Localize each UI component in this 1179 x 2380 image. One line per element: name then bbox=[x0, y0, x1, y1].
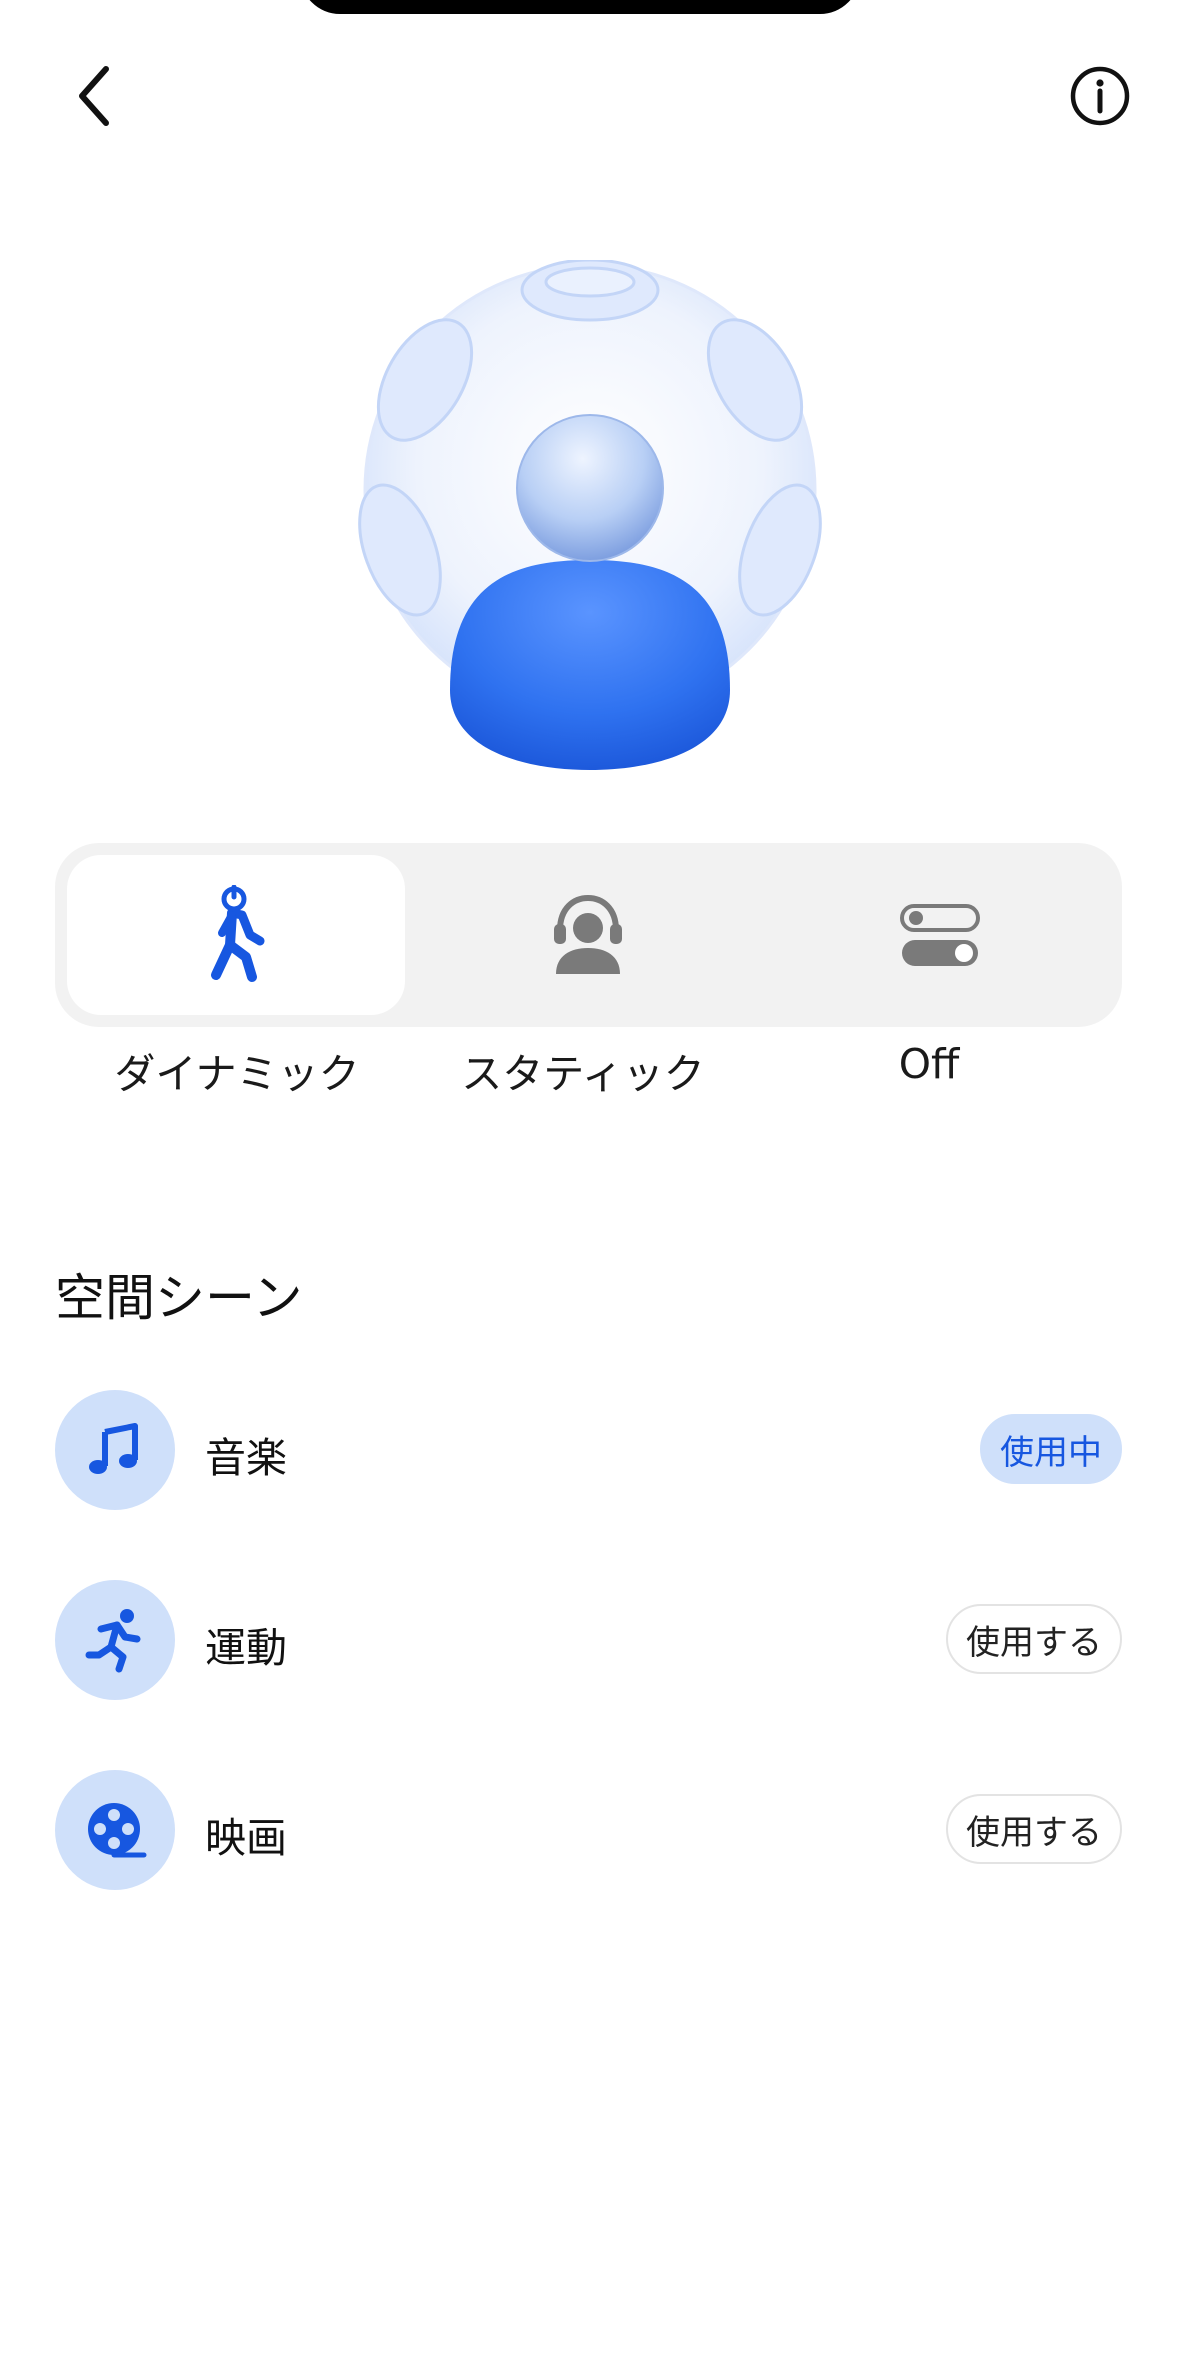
film-reel-icon bbox=[88, 1803, 147, 1858]
mode-off-tile[interactable] bbox=[771, 855, 1109, 1015]
person-headphones-icon bbox=[554, 894, 622, 974]
mode-static-tile[interactable] bbox=[419, 855, 757, 1015]
walking-person-icon bbox=[211, 885, 265, 982]
scene-use-button-movie[interactable]: 使用する bbox=[946, 1794, 1122, 1864]
spatial-mode-selector bbox=[55, 843, 1122, 1027]
mode-dynamic-label: ダイナミック bbox=[114, 1050, 360, 1098]
mode-static-label: スタティック bbox=[461, 1050, 705, 1098]
scene-row-exercise: 運動 使用する bbox=[55, 1580, 1122, 1700]
info-icon bbox=[1070, 66, 1130, 126]
scene-icon-music bbox=[55, 1390, 175, 1510]
info-button[interactable] bbox=[1050, 46, 1150, 146]
mode-dynamic-tile[interactable] bbox=[67, 855, 405, 1015]
scene-row-music: 音楽 使用中 bbox=[55, 1390, 1122, 1510]
scene-icon-exercise bbox=[55, 1580, 175, 1700]
scene-use-button-exercise[interactable]: 使用する bbox=[946, 1604, 1122, 1674]
scene-in-use-button-music[interactable]: 使用中 bbox=[980, 1414, 1122, 1484]
spatial-audio-illustration bbox=[358, 260, 822, 770]
chevron-left-icon bbox=[79, 66, 109, 126]
scene-label-exercise: 運動 bbox=[205, 1624, 287, 1672]
back-button[interactable] bbox=[48, 46, 148, 146]
section-title: 空間シーン bbox=[55, 1269, 303, 1327]
scene-icon-movie bbox=[55, 1770, 175, 1890]
scene-label-music: 音楽 bbox=[205, 1434, 287, 1482]
device-notch bbox=[300, 0, 860, 14]
music-note-icon bbox=[89, 1423, 138, 1474]
scene-label-movie: 映画 bbox=[205, 1814, 287, 1862]
running-person-icon bbox=[85, 1609, 141, 1673]
scene-row-movie: 映画 使用する bbox=[55, 1770, 1122, 1890]
mode-off-label: Off bbox=[898, 1040, 960, 1088]
toggle-switches-icon bbox=[900, 904, 980, 966]
